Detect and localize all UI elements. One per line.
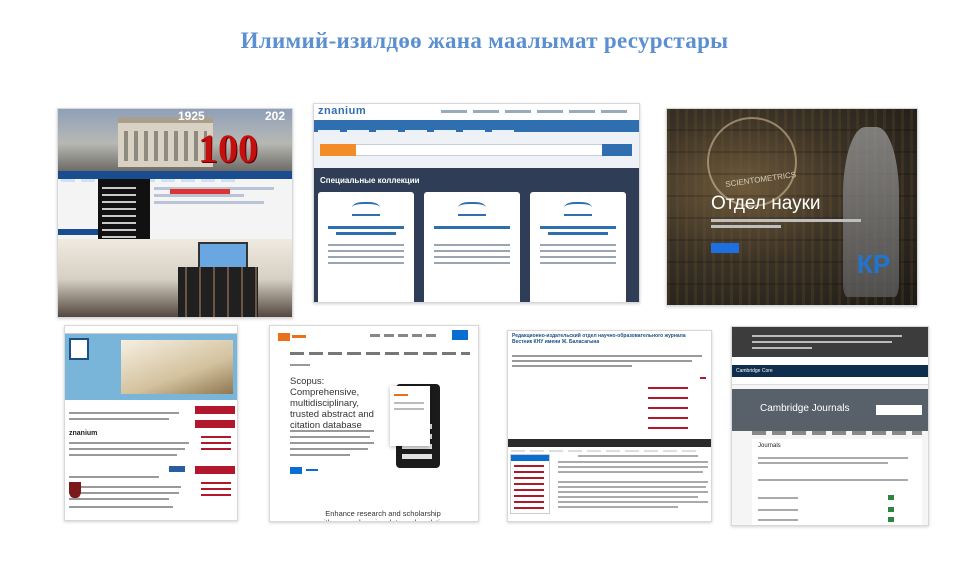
library-header (65, 326, 237, 339)
read-button (169, 466, 185, 472)
znanium-site-screenshot: znanium Специальные коллекции (313, 103, 640, 303)
doc-card (390, 386, 430, 446)
cambridge-subnav (732, 377, 928, 385)
more-button (711, 243, 739, 253)
columns-icon (564, 202, 592, 216)
search-button (452, 330, 468, 340)
year-left: 1925 (178, 109, 205, 123)
journal-heading: Редакционно-издательский отдел научно-об… (512, 333, 686, 345)
subnav (290, 352, 470, 355)
journals-panel: Journals (752, 439, 922, 525)
projector-screen (198, 242, 248, 270)
tank-icon (458, 202, 486, 216)
journal-nav (508, 439, 711, 452)
collection-card (424, 192, 520, 302)
elsevier-wordmark (292, 335, 306, 338)
announcement-strip (170, 189, 230, 194)
cta-button (290, 467, 302, 474)
search-bar (320, 144, 616, 156)
journal-sidebar (510, 454, 550, 514)
science-title: Отдел науки (711, 193, 821, 214)
book-image (121, 340, 233, 394)
search-select (320, 144, 356, 156)
cta-link (306, 469, 318, 471)
top-links (370, 334, 440, 337)
jubilee-number: 100 (198, 126, 258, 171)
content-rows (154, 183, 290, 208)
cambridge-topbar (732, 357, 928, 365)
collection-card (530, 192, 626, 302)
collection-card (318, 192, 414, 302)
cookie-banner (732, 327, 928, 357)
cambridge-hero: Cambridge Journals (732, 389, 928, 431)
subtitle-line (711, 219, 861, 222)
cambridge-tabs (752, 431, 922, 435)
znanium-menu (314, 120, 639, 133)
side-tab (58, 229, 98, 235)
search-button (602, 144, 632, 156)
subtitle-line (711, 225, 781, 228)
drone-icon (352, 202, 380, 216)
cambridge-site-screenshot: Cambridge Core Cambridge Journals Journa… (731, 326, 929, 526)
scopus-footer-text: Enhance research and scholarship with co… (319, 509, 448, 521)
nav-bar (58, 171, 292, 182)
collections-title: Специальные коллекции (320, 176, 420, 185)
crest-icon (69, 482, 81, 498)
cambridge-brand: Cambridge Core (736, 368, 773, 374)
people (178, 267, 258, 317)
znanium-text: znanium (69, 430, 98, 437)
elsevier-logo (278, 333, 290, 341)
header-links (441, 110, 631, 113)
journal-site-screenshot: Редакционно-издательский отдел научно-об… (507, 330, 712, 522)
year-right: 202 (265, 109, 286, 123)
scopus-site-screenshot: Scopus: Comprehensive, multidisciplinary… (269, 325, 479, 522)
science-department-screenshot: SCIENTOMETRICS Отдел науки КР (666, 108, 918, 306)
cambridge-search (876, 405, 922, 415)
library-logo (69, 338, 89, 360)
library-site-screenshot: znanium (64, 325, 238, 521)
university-site-screenshot: 1925 202 100 (57, 108, 293, 318)
journals-title: Journals (758, 443, 781, 449)
znanium-logo: znanium (318, 105, 367, 117)
breadcrumb (290, 364, 310, 366)
slide-title: Илимий-изилдөө жана маалымат ресурстары (240, 28, 729, 53)
kp-badge: КР (857, 249, 891, 279)
cambridge-nav: Cambridge Core (732, 365, 928, 377)
library-sidebar (195, 406, 235, 516)
cambridge-hero-title: Cambridge Journals (760, 403, 850, 414)
znanium-header: znanium (314, 104, 639, 120)
scopus-heading: Scopus: Comprehensive, multidisciplinary… (290, 376, 374, 431)
